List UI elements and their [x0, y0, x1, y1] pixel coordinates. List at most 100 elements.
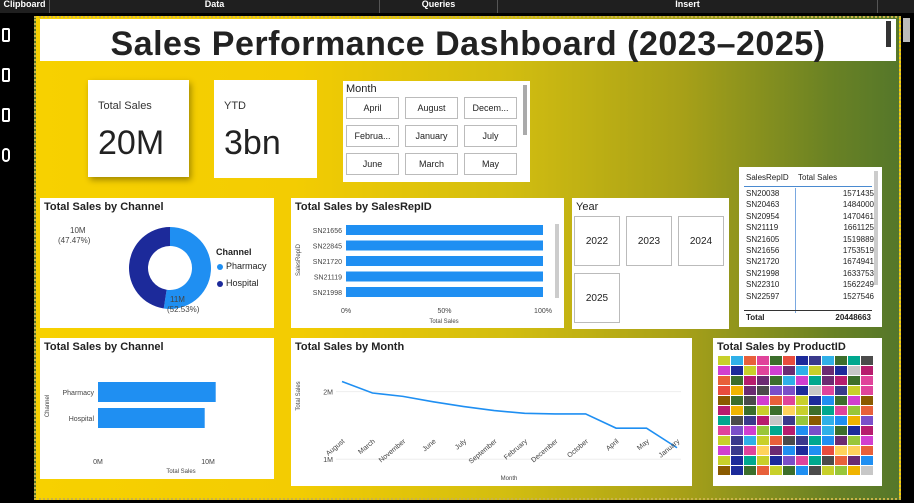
- treemap-tile[interactable]: [861, 456, 873, 465]
- legend-item[interactable]: Pharmacy: [226, 261, 267, 271]
- treemap-tile[interactable]: [744, 466, 756, 475]
- vertical-scrollbar[interactable]: [902, 13, 914, 503]
- month-option[interactable]: March: [405, 153, 458, 175]
- treemap-tile[interactable]: [770, 406, 782, 415]
- table-row[interactable]: SN20954 1470461: [746, 212, 876, 223]
- treemap-tile[interactable]: [718, 426, 730, 435]
- month-option[interactable]: April: [346, 97, 399, 119]
- treemap-tile[interactable]: [861, 436, 873, 445]
- treemap-tile[interactable]: [822, 396, 834, 405]
- treemap-tile[interactable]: [822, 366, 834, 375]
- month-line-card[interactable]: Total Sales by Month 1M 2M August March Nove…: [291, 338, 692, 486]
- treemap-tile[interactable]: [757, 366, 769, 375]
- treemap-tile[interactable]: [835, 456, 847, 465]
- treemap-tile[interactable]: [744, 456, 756, 465]
- treemap-tile[interactable]: [783, 406, 795, 415]
- treemap-tile[interactable]: [718, 356, 730, 365]
- bar[interactable]: [346, 256, 543, 266]
- treemap-tile[interactable]: [770, 466, 782, 475]
- treemap-tile[interactable]: [731, 366, 743, 375]
- treemap-tile[interactable]: [848, 416, 860, 425]
- treemap-tile[interactable]: [770, 386, 782, 395]
- treemap-tile[interactable]: [835, 356, 847, 365]
- treemap-tile[interactable]: [744, 406, 756, 415]
- treemap-tile[interactable]: [744, 386, 756, 395]
- table-row[interactable]: SN20038 1571435: [746, 189, 876, 200]
- treemap-tile[interactable]: [835, 436, 847, 445]
- treemap-tile[interactable]: [809, 416, 821, 425]
- table-row[interactable]: SN22597 1527546: [746, 292, 876, 303]
- treemap-tile[interactable]: [848, 456, 860, 465]
- treemap-tile[interactable]: [783, 416, 795, 425]
- kpi-ytd-card[interactable]: YTD 3bn: [214, 80, 317, 178]
- treemap-tile[interactable]: [848, 466, 860, 475]
- treemap-tile[interactable]: [783, 466, 795, 475]
- bar[interactable]: [346, 240, 543, 251]
- treemap-tile[interactable]: [770, 376, 782, 385]
- treemap-tile[interactable]: [744, 436, 756, 445]
- year-option[interactable]: 2023: [626, 216, 672, 266]
- bar[interactable]: [98, 382, 216, 402]
- table-row[interactable]: SN22310 1562249: [746, 280, 876, 291]
- treemap-tile[interactable]: [848, 396, 860, 405]
- treemap-tile[interactable]: [718, 456, 730, 465]
- treemap-tile[interactable]: [796, 366, 808, 375]
- treemap-tile[interactable]: [731, 396, 743, 405]
- treemap-tile[interactable]: [809, 426, 821, 435]
- treemap-tile[interactable]: [822, 436, 834, 445]
- month-option[interactable]: Decem...: [464, 97, 517, 119]
- treemap-tile[interactable]: [861, 366, 873, 375]
- treemap-tile[interactable]: [796, 396, 808, 405]
- treemap-tile[interactable]: [744, 446, 756, 455]
- table-row[interactable]: SN20463 1484000: [746, 200, 876, 211]
- treemap-tile[interactable]: [757, 416, 769, 425]
- treemap-tile[interactable]: [861, 416, 873, 425]
- treemap-tile[interactable]: [718, 396, 730, 405]
- treemap-tile[interactable]: [783, 356, 795, 365]
- treemap-tile[interactable]: [718, 366, 730, 375]
- treemap-tile[interactable]: [796, 356, 808, 365]
- bar[interactable]: [346, 225, 543, 235]
- treemap-tile[interactable]: [731, 436, 743, 445]
- treemap-tile[interactable]: [783, 386, 795, 395]
- treemap-tile[interactable]: [809, 376, 821, 385]
- treemap-tile[interactable]: [757, 426, 769, 435]
- treemap-tile[interactable]: [822, 426, 834, 435]
- treemap-tile[interactable]: [861, 406, 873, 415]
- treemap-tile[interactable]: [783, 396, 795, 405]
- treemap-tile[interactable]: [861, 426, 873, 435]
- treemap-tile[interactable]: [783, 366, 795, 375]
- treemap-tile[interactable]: [822, 356, 834, 365]
- treemap-tile[interactable]: [796, 406, 808, 415]
- treemap-tile[interactable]: [796, 386, 808, 395]
- treemap-tile[interactable]: [757, 356, 769, 365]
- treemap-tile[interactable]: [848, 386, 860, 395]
- ribbon-data[interactable]: Data: [50, 0, 380, 13]
- treemap-tile[interactable]: [835, 406, 847, 415]
- month-option[interactable]: June: [346, 153, 399, 175]
- treemap-tile[interactable]: [835, 416, 847, 425]
- salesrep-bar-card[interactable]: Total Sales by SalesRepID SN21656 SN22845…: [291, 198, 564, 328]
- treemap-tile[interactable]: [731, 386, 743, 395]
- bar[interactable]: [98, 408, 205, 428]
- ribbon-insert[interactable]: Insert: [498, 0, 878, 13]
- treemap-tile[interactable]: [822, 456, 834, 465]
- treemap-tile[interactable]: [731, 416, 743, 425]
- treemap-tile[interactable]: [822, 406, 834, 415]
- treemap-tile[interactable]: [809, 446, 821, 455]
- treemap-tile[interactable]: [809, 436, 821, 445]
- treemap-tile[interactable]: [861, 376, 873, 385]
- dax-query-icon[interactable]: [2, 148, 10, 162]
- treemap-tile[interactable]: [770, 416, 782, 425]
- treemap-tile[interactable]: [835, 366, 847, 375]
- table-row[interactable]: SN21720 1674941: [746, 257, 876, 268]
- treemap-tile[interactable]: [783, 426, 795, 435]
- table-row[interactable]: SN21998 1633753: [746, 269, 876, 280]
- treemap-tile[interactable]: [809, 366, 821, 375]
- product-treemap-card[interactable]: Total Sales by ProductID: [713, 338, 882, 486]
- treemap-tile[interactable]: [718, 446, 730, 455]
- treemap-tile[interactable]: [744, 426, 756, 435]
- month-option[interactable]: May: [464, 153, 517, 175]
- treemap-tile[interactable]: [744, 396, 756, 405]
- treemap-tile[interactable]: [809, 406, 821, 415]
